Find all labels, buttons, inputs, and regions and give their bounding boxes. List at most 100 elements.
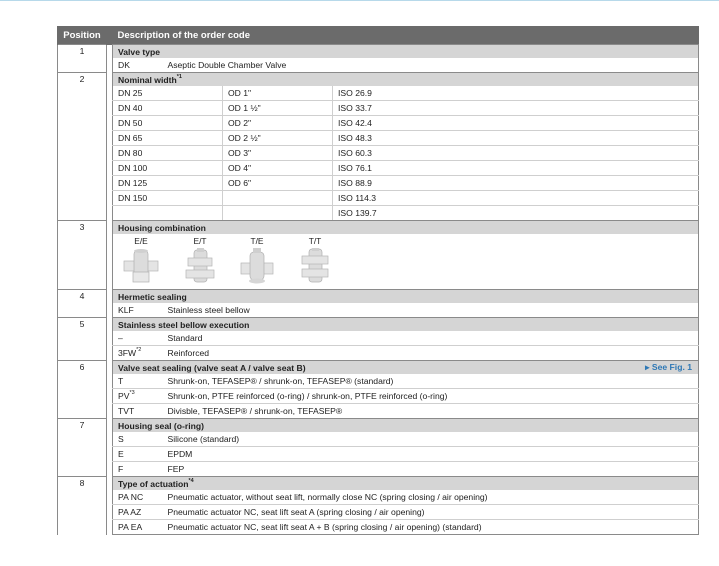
housing-images: E/E E/T T/E T/T <box>112 234 699 290</box>
code-cell: 3FW*2 <box>112 345 163 361</box>
text-cell: Shrunk-on, TEFASEP® / shrunk-on, TEFASEP… <box>162 374 699 389</box>
od-cell <box>222 190 333 206</box>
dn-cell: DN 65 <box>112 130 223 146</box>
housing-variant-ee: E/E <box>119 236 163 286</box>
table-row: ISO 139.7 <box>58 205 699 221</box>
text-cell: Reinforced <box>162 345 699 361</box>
iso-cell: ISO 42.4 <box>332 115 699 131</box>
section-title: Nominal width*1 <box>112 72 699 86</box>
position-cell: 4 <box>57 289 107 318</box>
position-cell: 2 <box>57 72 107 221</box>
section-title: Valve type <box>112 44 699 58</box>
valve-housing-te-image <box>240 248 274 284</box>
text-cell: Pneumatic actuator, without seat lift, n… <box>162 490 699 505</box>
od-cell: OD 3" <box>222 145 333 161</box>
table-row: 3FW*2 Reinforced <box>58 345 699 361</box>
position-cell: 1 <box>57 44 107 73</box>
od-cell: OD 2" <box>222 115 333 131</box>
code-cell: KLF <box>112 303 163 318</box>
section-title: Housing combination <box>112 220 699 234</box>
code-cell: T <box>112 374 163 389</box>
text-cell: Standard <box>162 331 699 346</box>
code-cell: PA EA <box>112 519 163 535</box>
table-row: DN 125 OD 6" ISO 88.9 <box>58 175 699 191</box>
valve-housing-ee-image <box>123 249 159 283</box>
housing-images-row: E/E E/T T/E T/T <box>58 234 699 290</box>
code-cell: PV*3 <box>112 388 163 404</box>
section-bellow-execution: 5 Stainless steel bellow execution <box>57 317 699 361</box>
table-row: KLF Stainless steel bellow <box>58 303 699 318</box>
dn-cell: DN 40 <box>112 100 223 116</box>
text-cell: Aseptic Double Chamber Valve <box>162 58 699 73</box>
section-hermetic-sealing: 4 Hermetic sealing <box>57 289 699 318</box>
dn-cell <box>112 205 223 221</box>
dn-cell: DN 50 <box>112 115 223 131</box>
dn-cell: DN 100 <box>112 160 223 176</box>
table-row: DN 150 ISO 114.3 <box>58 190 699 206</box>
see-fig-link[interactable]: ▸ See Fig. 1 <box>332 360 699 374</box>
table-row: PA AZ Pneumatic actuator NC, seat lift s… <box>58 504 699 520</box>
text-cell: Pneumatic actuator NC, seat lift seat A … <box>162 519 699 535</box>
position-header: Position <box>57 26 107 45</box>
valve-housing-tt-image <box>301 248 329 283</box>
table-row: – Standard <box>58 331 699 346</box>
triangle-right-icon: ▸ <box>645 362 650 372</box>
housing-variant-te: T/E <box>235 236 279 286</box>
section-title: Type of actuation*4 <box>112 476 699 490</box>
section-housing-seal: 7 Housing seal (o-ring) <box>57 418 699 477</box>
table-row: DN 100 OD 4" ISO 76.1 <box>58 160 699 176</box>
iso-cell: ISO 33.7 <box>332 100 699 116</box>
dn-cell: DN 80 <box>112 145 223 161</box>
table-row: E EPDM <box>58 446 699 462</box>
iso-cell: ISO 48.3 <box>332 130 699 146</box>
valve-housing-et-image <box>185 248 215 283</box>
table-row: DN 25 OD 1" ISO 26.9 <box>58 86 699 101</box>
code-cell: S <box>112 432 163 447</box>
position-cell: 5 <box>57 317 107 361</box>
position-cell: 3 <box>57 220 107 290</box>
table-header: Position Description of the order code <box>57 26 699 45</box>
code-cell: DK <box>112 58 163 73</box>
housing-variant-tt: T/T <box>293 236 337 286</box>
table-row: PV*3 Shrunk-on, PTFE reinforced (o-ring)… <box>58 388 699 404</box>
section-valve-seat-sealing: 6 Valve seat sealing (valve seat A / val… <box>57 360 699 419</box>
section-valve-type: 1 Valve type <box>57 44 699 73</box>
top-rule <box>0 0 719 1</box>
dn-cell: DN 25 <box>112 86 223 101</box>
iso-cell: ISO 26.9 <box>332 86 699 101</box>
table-row: DN 65 OD 2 ½" ISO 48.3 <box>58 130 699 146</box>
code-cell: TVT <box>112 403 163 419</box>
description-header: Description of the order code <box>112 26 699 45</box>
iso-cell: ISO 88.9 <box>332 175 699 191</box>
table-row: F FEP <box>58 461 699 477</box>
code-cell: PA NC <box>112 490 163 505</box>
od-cell: OD 4" <box>222 160 333 176</box>
text-cell: Divisble, TEFASEP® / shrunk-on, TEFASEP® <box>162 403 699 419</box>
text-cell: FEP <box>162 461 699 477</box>
housing-variant-et: E/T <box>178 236 222 286</box>
position-cell: 8 <box>57 476 107 535</box>
iso-cell: ISO 76.1 <box>332 160 699 176</box>
code-cell: PA AZ <box>112 504 163 520</box>
iso-cell: ISO 60.3 <box>332 145 699 161</box>
od-cell: OD 2 ½" <box>222 130 333 146</box>
section-nominal-width: 2 Nominal width*1 <box>57 72 699 221</box>
table-row: DN 40 OD 1 ½" ISO 33.7 <box>58 100 699 116</box>
position-cell: 6 <box>57 360 107 419</box>
table-row: DN 80 OD 3" ISO 60.3 <box>58 145 699 161</box>
section-title: Housing seal (o-ring) <box>112 418 699 432</box>
section-title: Stainless steel bellow execution <box>112 317 699 331</box>
od-cell: OD 1" <box>222 86 333 101</box>
iso-cell: ISO 114.3 <box>332 190 699 206</box>
iso-cell: ISO 139.7 <box>332 205 699 221</box>
text-cell: Pneumatic actuator NC, seat lift seat A … <box>162 504 699 520</box>
table-row: S Silicone (standard) <box>58 432 699 447</box>
table-row: PA NC Pneumatic actuator, without seat l… <box>58 490 699 505</box>
table-row: DN 50 OD 2" ISO 42.4 <box>58 115 699 131</box>
table-row: DK Aseptic Double Chamber Valve <box>58 58 699 73</box>
od-cell <box>222 205 333 221</box>
table-row: T Shrunk-on, TEFASEP® / shrunk-on, TEFAS… <box>58 374 699 389</box>
section-title: Valve seat sealing (valve seat A / valve… <box>112 360 333 374</box>
section-housing-combination: 3 Housing combination <box>57 220 699 290</box>
dn-cell: DN 125 <box>112 175 223 191</box>
